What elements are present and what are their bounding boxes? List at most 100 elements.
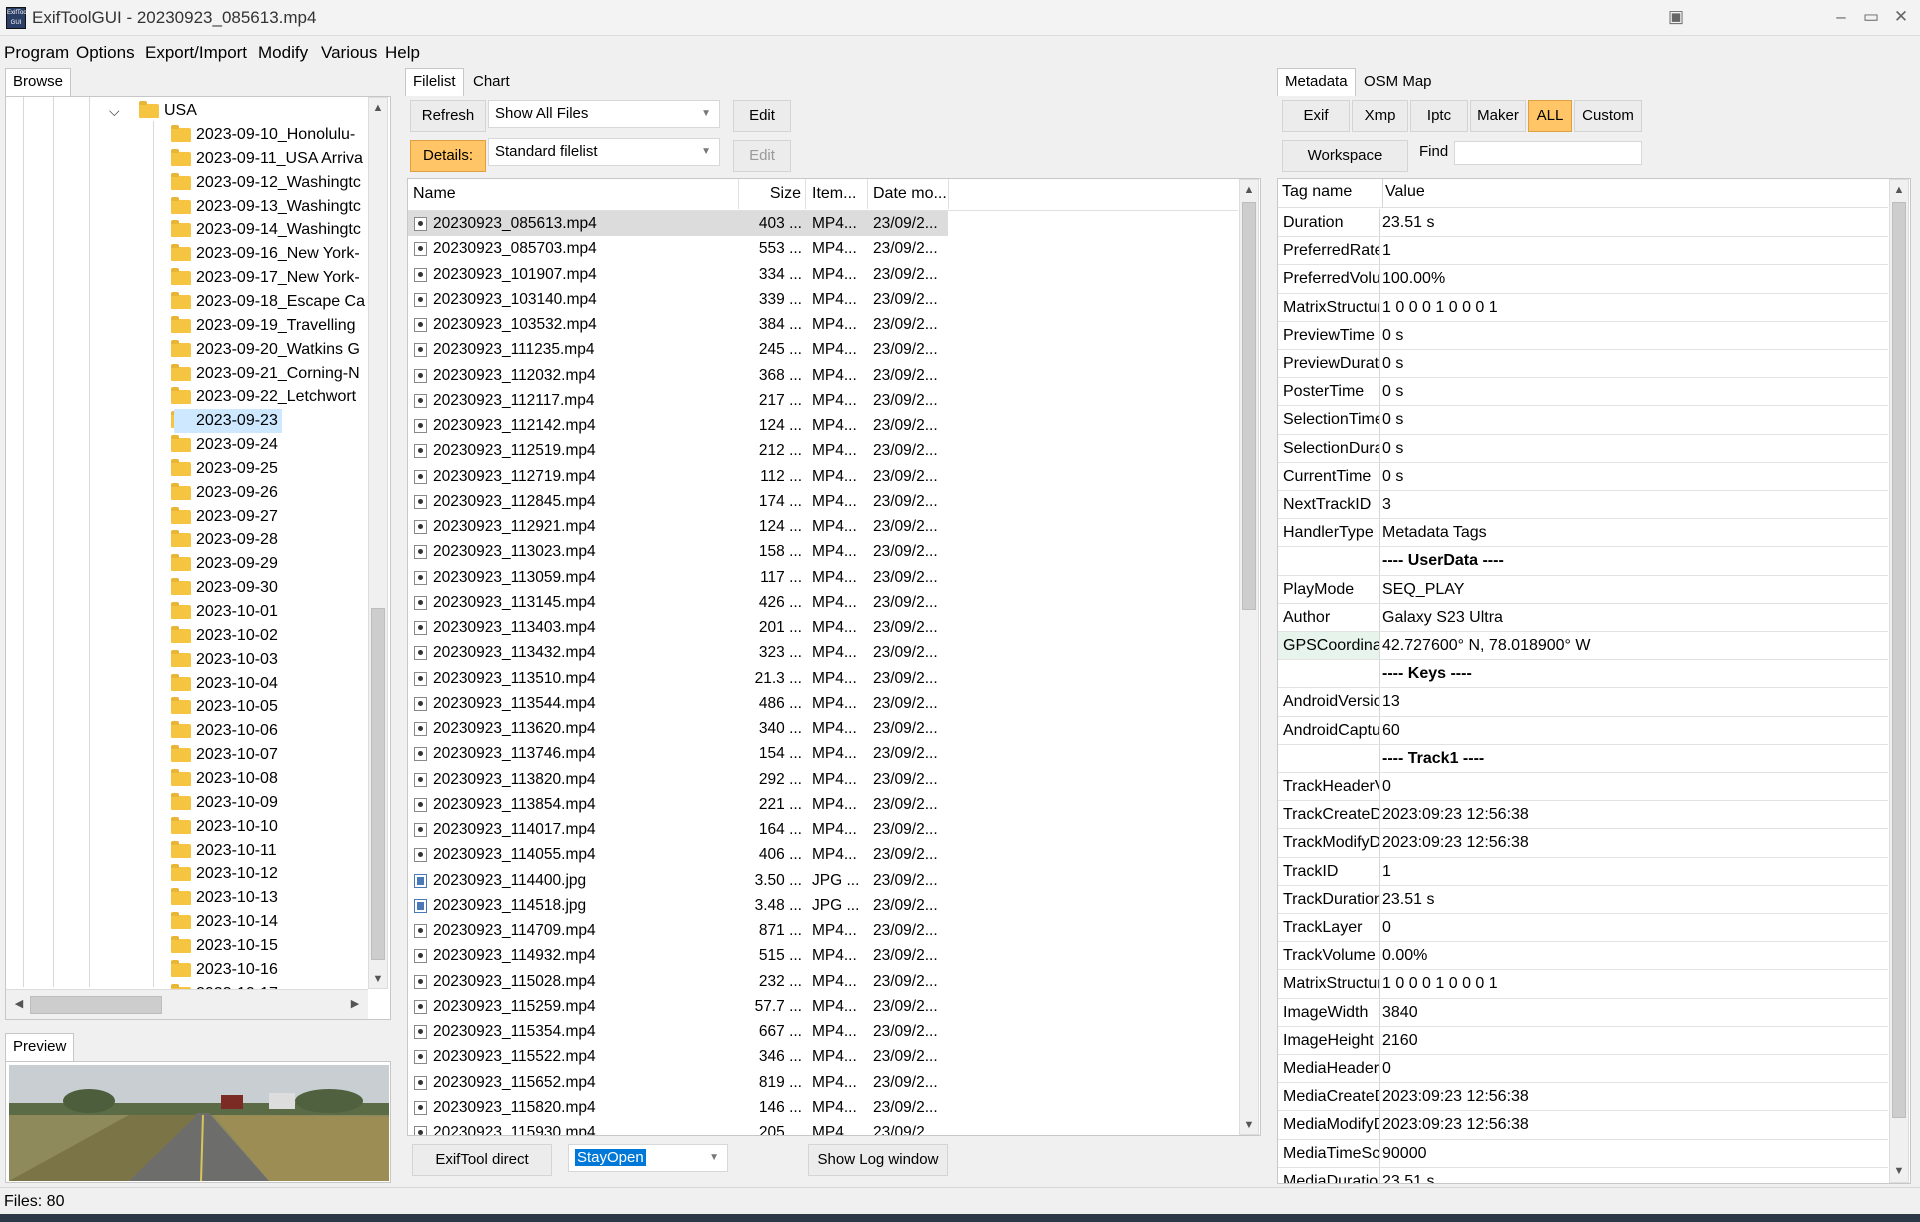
metadata-row[interactable]: AndroidVersion13 — [1278, 688, 1888, 717]
file-row[interactable]: 20230923_113145.mp4 426 ... MP4... 23/09/2.… — [408, 590, 948, 615]
column-date-modified[interactable]: Date mo... — [869, 179, 949, 209]
tree-node-folder[interactable]: 2023-09-13_Washingtc — [6, 195, 368, 219]
metadata-row[interactable]: SelectionTime 0 s — [1278, 406, 1888, 435]
metadata-row[interactable]: ImageWidth 3840 — [1278, 998, 1888, 1027]
menu-various[interactable]: Various — [321, 43, 377, 63]
file-row[interactable]: 20230923_114709.mp4 871 ... MP4... 23/09/2.… — [408, 918, 948, 943]
tab-osm-map[interactable]: OSM Map — [1357, 69, 1439, 97]
metadata-row[interactable]: MatrixStructure1 0 0 0 1 0 0 0 1 — [1278, 293, 1888, 322]
tree-node-folder[interactable]: 2023-09-25 — [6, 457, 368, 481]
tree-node-folder[interactable]: 2023-09-14_Washingtc — [6, 218, 368, 242]
tree-node-folder[interactable]: 2023-09-30 — [6, 576, 368, 600]
metadata-section-header[interactable]: ---- Track1 ---- — [1278, 744, 1888, 773]
file-row[interactable]: 20230923_114518.jpg 3.48 ... JPG ... 23/09/… — [408, 893, 948, 918]
tree-node-usa[interactable]: ⌵ USA — [6, 99, 368, 123]
metadata-row[interactable]: SelectionDuration0 s — [1278, 434, 1888, 463]
metadata-row[interactable]: ImageHeight 2160 — [1278, 1026, 1888, 1055]
workspace-button[interactable]: Workspace — [1282, 140, 1408, 172]
minimize-button[interactable]: – — [1828, 5, 1854, 29]
metadata-row[interactable]: CurrentTime 0 s — [1278, 462, 1888, 491]
show-log-window-button[interactable]: Show Log window — [808, 1144, 948, 1176]
column-item-type[interactable]: Item... — [812, 179, 868, 209]
metadata-row[interactable]: MatrixStructure1 0 0 0 1 0 0 0 1 — [1278, 970, 1888, 999]
metadata-row[interactable]: TrackID 1 — [1278, 857, 1888, 886]
details-button[interactable]: Details: — [410, 140, 486, 172]
file-row[interactable]: 20230923_115820.mp4 146 ... MP4... 23/09/2.… — [408, 1095, 948, 1120]
metadata-row[interactable]: TrackHeaderVersion0 — [1278, 773, 1888, 802]
metadata-section-header[interactable]: ---- UserData ---- — [1278, 547, 1888, 576]
filelist-view-select[interactable]: Standard filelist ▼ — [488, 138, 720, 166]
refresh-button[interactable]: Refresh — [410, 100, 486, 132]
file-row[interactable]: 20230923_112921.mp4 124 ... MP4... 23/09/2.… — [408, 514, 948, 539]
scroll-up-arrow-icon[interactable]: ▲ — [1890, 181, 1908, 199]
tree-node-folder[interactable]: 2023-09-18_Escape Ca — [6, 290, 368, 314]
scrollbar-thumb[interactable] — [371, 608, 385, 960]
file-row[interactable]: 20230923_103532.mp4 384 ... MP4... 23/09/2.… — [408, 312, 948, 337]
tree-node-folder[interactable]: 2023-10-03 — [6, 648, 368, 672]
scrollbar-thumb[interactable] — [1242, 202, 1256, 610]
metadata-row[interactable]: GPSCoordinates42.727600° N, 78.018900° W — [1278, 632, 1888, 661]
metadata-row[interactable]: TrackModifyDate2023:09:23 12:56:38 — [1278, 829, 1888, 858]
metadata-row[interactable]: PreviewTime 0 s — [1278, 321, 1888, 350]
tree-node-folder[interactable]: 2023-09-22_Letchwort — [6, 385, 368, 409]
metadata-row[interactable]: NextTrackID 3 — [1278, 491, 1888, 520]
file-row[interactable]: 20230923_113544.mp4 486 ... MP4... 23/09/2.… — [408, 691, 948, 716]
file-row[interactable]: 20230923_112719.mp4 112 ... MP4... 23/09/2.… — [408, 464, 948, 489]
metadata-exif-button[interactable]: Exif — [1282, 100, 1350, 132]
file-row[interactable]: 20230923_112142.mp4 124 ... MP4... 23/09/2.… — [408, 413, 948, 438]
metadata-row[interactable]: HandlerType Metadata Tags — [1278, 519, 1888, 548]
metadata-row[interactable]: MediaCreateDate2023:09:23 12:56:38 — [1278, 1083, 1888, 1112]
scroll-down-arrow-icon[interactable]: ▼ — [369, 970, 387, 988]
metadata-all-button[interactable]: ALL — [1528, 100, 1572, 132]
tree-node-folder[interactable]: 2023-09-23 — [6, 409, 368, 434]
exiftool-direct-button[interactable]: ExifTool direct — [412, 1144, 552, 1176]
file-row[interactable]: 20230923_114932.mp4 515 ... MP4... 23/09/2.… — [408, 943, 948, 968]
tree-node-folder[interactable]: 2023-09-26 — [6, 481, 368, 505]
scroll-left-arrow-icon[interactable]: ◀ — [10, 995, 28, 1013]
tree-node-folder[interactable]: 2023-09-24 — [6, 433, 368, 457]
tree-node-folder[interactable]: 2023-09-21_Corning-N — [6, 362, 368, 386]
scrollbar-thumb[interactable] — [1892, 202, 1906, 1118]
metadata-custom-button[interactable]: Custom — [1574, 100, 1642, 132]
file-row[interactable]: 20230923_114055.mp4 406 ... MP4... 23/09/2.… — [408, 842, 948, 867]
exiftool-mode-select[interactable]: StayOpen ▼ — [568, 1144, 728, 1172]
metadata-row[interactable]: PreferredVolume100.00% — [1278, 265, 1888, 294]
find-input[interactable] — [1454, 141, 1642, 165]
metadata-vertical-scrollbar[interactable]: ▲ ▼ — [1889, 179, 1909, 1183]
scroll-up-arrow-icon[interactable]: ▲ — [1240, 181, 1258, 199]
metadata-row[interactable]: PreviewDuration0 s — [1278, 350, 1888, 379]
file-row[interactable]: 20230923_115259.mp4 57.7 ... MP4... 23/09/2… — [408, 994, 948, 1019]
metadata-row[interactable]: Author Galaxy S23 Ultra — [1278, 603, 1888, 632]
metadata-row[interactable]: MediaModifyDate2023:09:23 12:56:38 — [1278, 1111, 1888, 1140]
scroll-up-arrow-icon[interactable]: ▲ — [369, 99, 387, 117]
tree-node-folder[interactable]: 2023-10-12 — [6, 862, 368, 886]
tree-node-folder[interactable]: 2023-10-09 — [6, 791, 368, 815]
tab-chart[interactable]: Chart — [466, 69, 517, 97]
metadata-row[interactable]: MediaDuration 23.51 s — [1278, 1167, 1888, 1183]
file-row[interactable]: 20230923_113510.mp4 21.3 ... MP4... 23/09/2… — [408, 666, 948, 691]
file-row[interactable]: 20230923_113820.mp4 292 ... MP4... 23/09/2.… — [408, 767, 948, 792]
metadata-row[interactable]: TrackCreateDate2023:09:23 12:56:38 — [1278, 801, 1888, 830]
metadata-maker-button[interactable]: Maker — [1470, 100, 1526, 132]
file-row[interactable]: 20230923_113403.mp4 201 ... MP4... 23/09/2.… — [408, 615, 948, 640]
metadata-row[interactable]: TrackDuration 23.51 s — [1278, 885, 1888, 914]
metadata-iptc-button[interactable]: Iptc — [1410, 100, 1468, 132]
scroll-down-arrow-icon[interactable]: ▼ — [1240, 1116, 1258, 1134]
metadata-row[interactable]: Duration 23.51 s — [1278, 209, 1888, 238]
tree-node-folder[interactable]: 2023-09-19_Travelling — [6, 314, 368, 338]
file-row[interactable]: 20230923_085703.mp4 553 ... MP4... 23/09/2.… — [408, 236, 948, 261]
file-row[interactable]: 20230923_112519.mp4 212 ... MP4... 23/09/2.… — [408, 438, 948, 463]
tree-vertical-scrollbar[interactable]: ▲ ▼ — [368, 97, 388, 989]
tree-node-folder[interactable]: 2023-09-16_New York- — [6, 242, 368, 266]
tree-node-folder[interactable]: 2023-10-14 — [6, 910, 368, 934]
metadata-section-header[interactable]: ---- Keys ---- — [1278, 660, 1888, 689]
metadata-row[interactable]: PlayMode SEQ_PLAY — [1278, 575, 1888, 604]
metadata-row[interactable]: TrackVolume 0.00% — [1278, 942, 1888, 971]
file-filter-select[interactable]: Show All Files ▼ — [488, 100, 720, 128]
file-row[interactable]: 20230923_085613.mp4 403 ... MP4... 23/09/2.… — [408, 211, 948, 237]
menu-export-import[interactable]: Export/Import — [145, 43, 247, 63]
snap-layout-icon[interactable]: ▣ — [1663, 5, 1689, 29]
file-row[interactable]: 20230923_114400.jpg 3.50 ... JPG ... 23/09/… — [408, 868, 948, 893]
tree-node-folder[interactable]: 2023-09-29 — [6, 552, 368, 576]
tree-node-folder[interactable]: 2023-10-17 — [6, 982, 368, 989]
